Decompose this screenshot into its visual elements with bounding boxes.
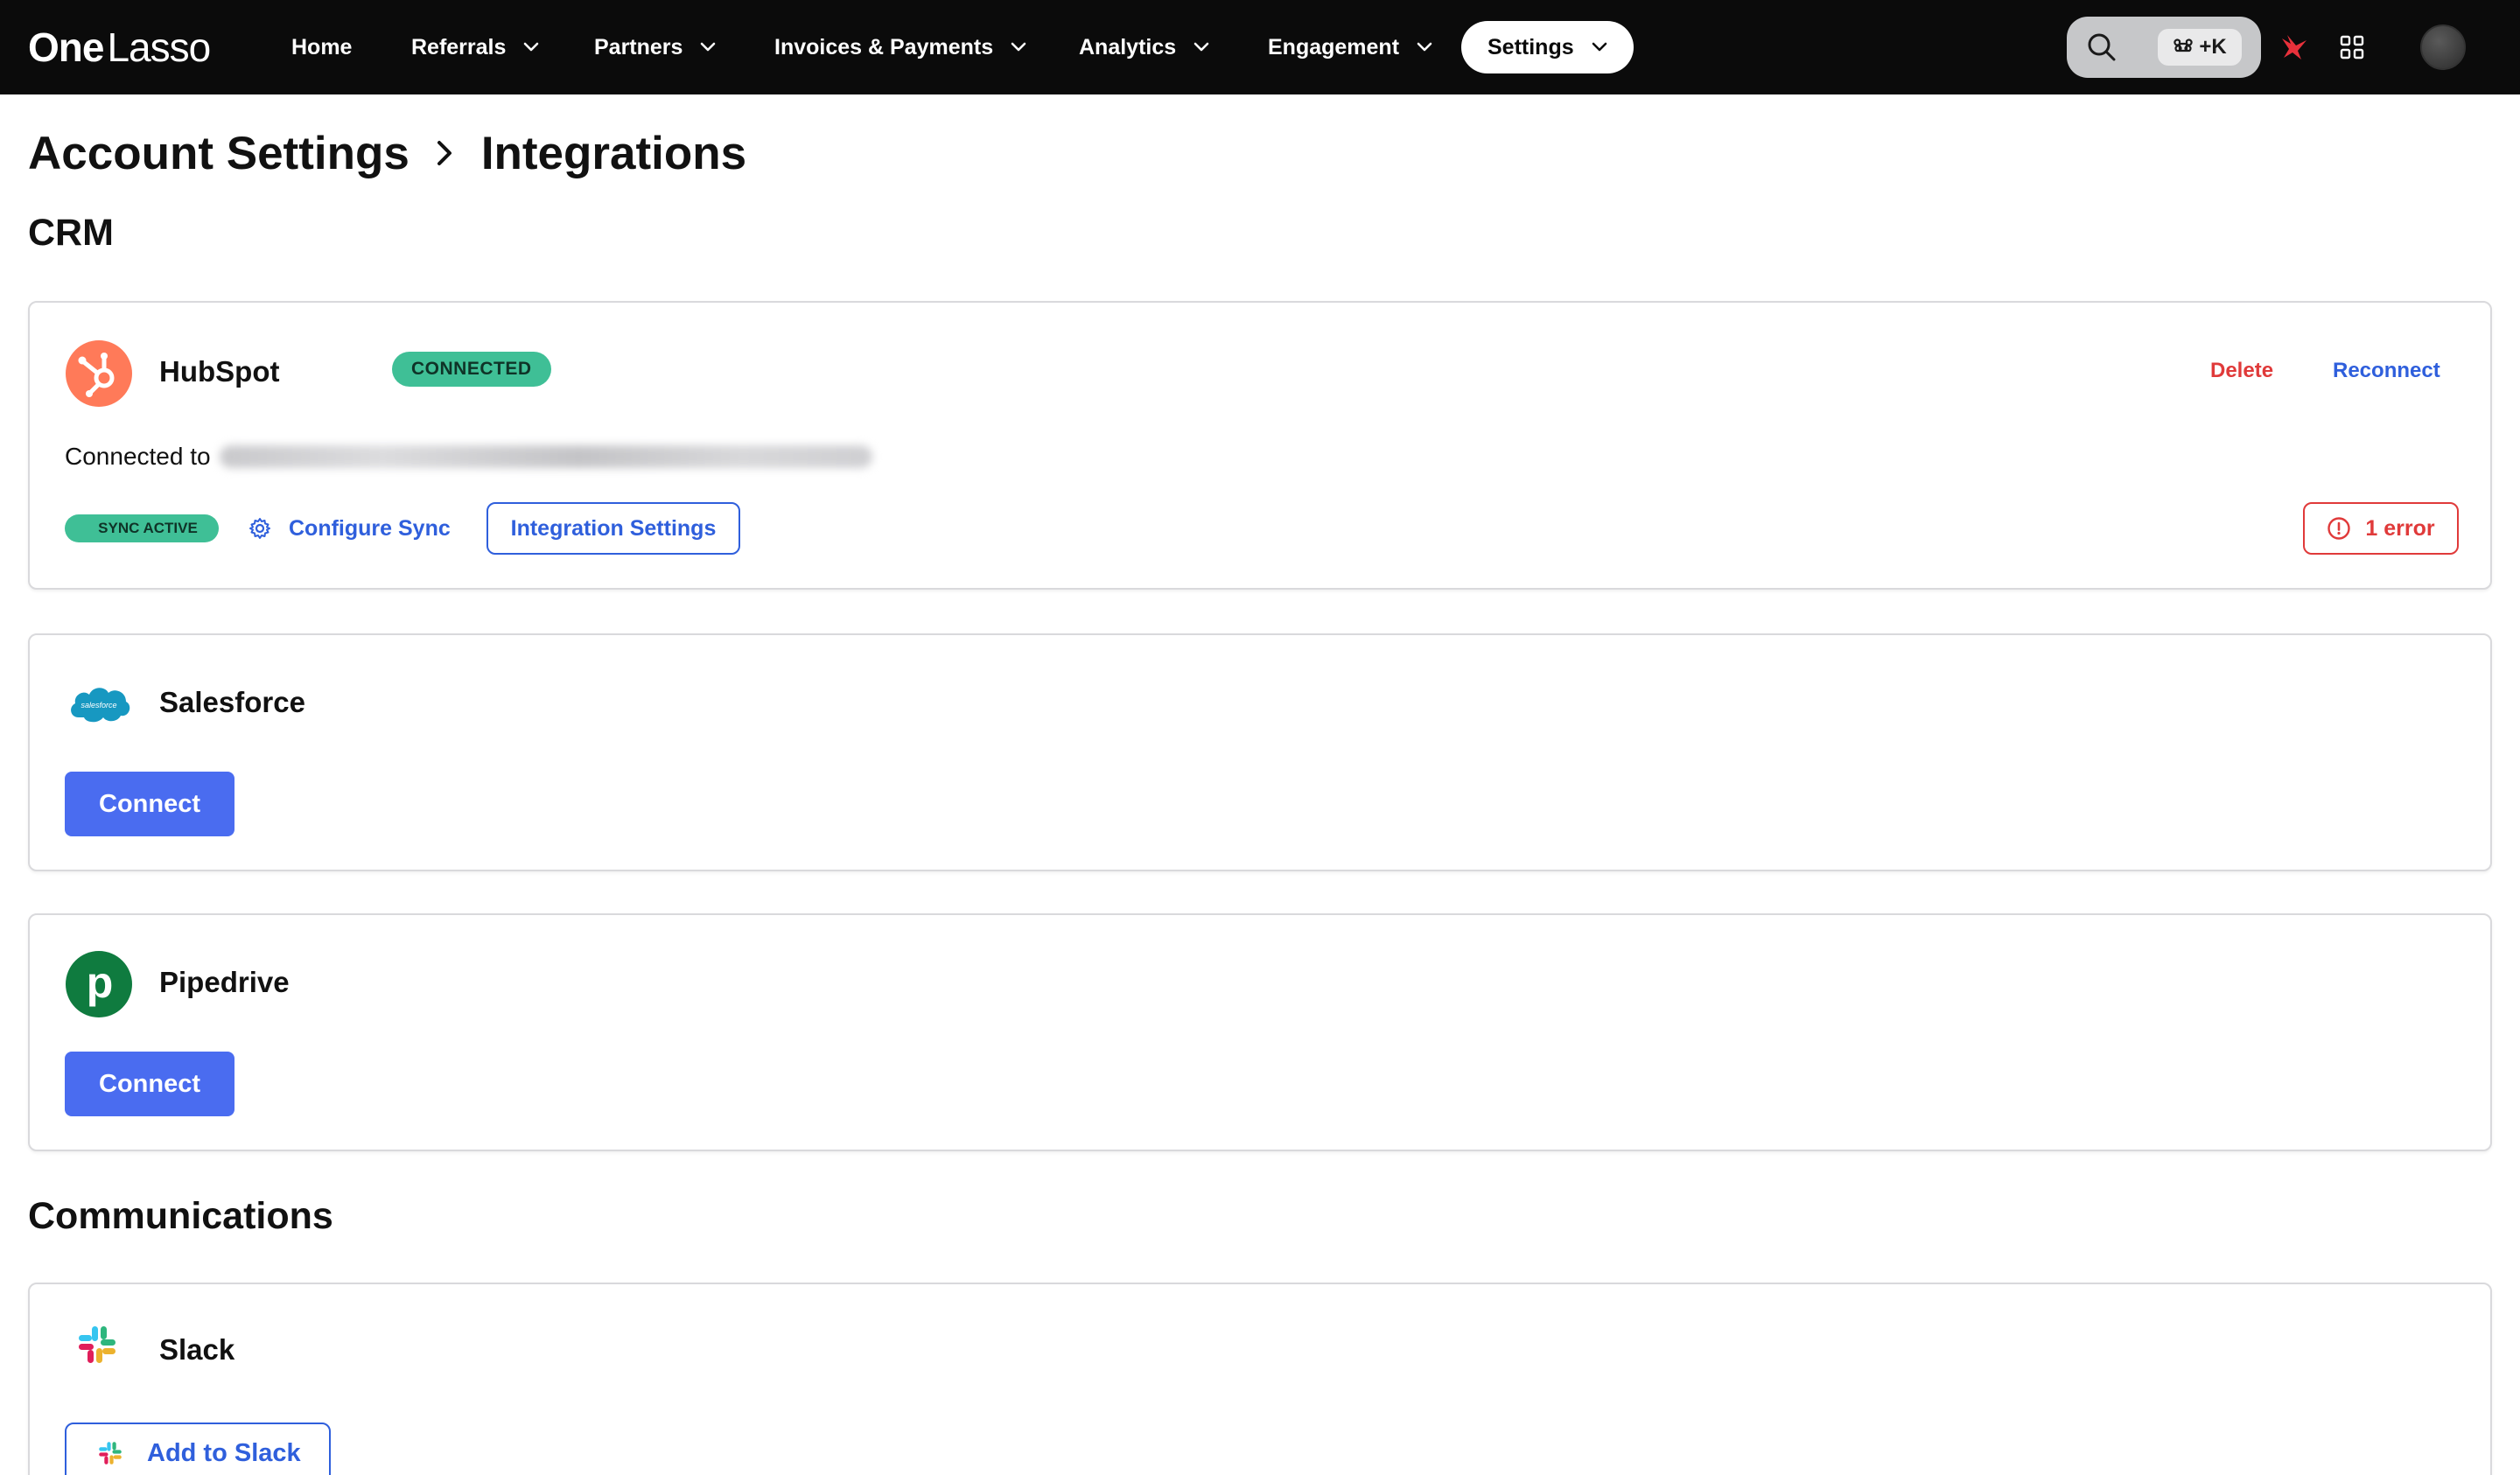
delete-hubspot-button[interactable]: Delete: [2210, 359, 2273, 383]
pipedrive-logo-icon: p: [66, 951, 132, 1017]
pipedrive-integration-card: p Pipedrive Connect: [28, 913, 2492, 1151]
salesforce-title: Salesforce: [159, 686, 305, 718]
sync-errors-button[interactable]: 1 error: [2303, 502, 2459, 555]
nav-referrals-label: Referrals: [411, 34, 507, 59]
configure-sync-label: Configure Sync: [289, 515, 451, 541]
svg-text:p: p: [87, 958, 114, 1007]
add-to-slack-button[interactable]: Add to Slack: [65, 1423, 331, 1475]
command-icon: [2174, 38, 2193, 52]
breadcrumb-integrations: Integrations: [480, 127, 747, 179]
chevron-down-icon: [701, 42, 716, 52]
chevron-down-icon: [1011, 42, 1026, 52]
redacted-account-name: [219, 445, 872, 468]
slack-logo-icon: [79, 1326, 116, 1363]
notification-bird-icon[interactable]: [2278, 31, 2310, 63]
breadcrumb: Account Settings Integrations: [28, 122, 746, 184]
logo-lasso: Lasso: [107, 24, 211, 70]
svg-text:salesforce: salesforce: [80, 701, 116, 710]
slack-logo-icon: [99, 1442, 122, 1465]
chevron-down-icon: [524, 42, 539, 52]
top-navigation-bar: One Lasso Home Referrals Partners Invoice…: [0, 0, 2520, 94]
sync-active-label: SYNC ACTIVE: [98, 520, 198, 536]
nav-referrals[interactable]: Referrals: [411, 24, 539, 70]
nav-settings[interactable]: Settings: [1461, 21, 1634, 73]
salesforce-logo-icon: salesforce: [71, 688, 130, 723]
connected-to-account: Connected to: [65, 443, 872, 471]
chevron-down-icon: [1194, 42, 1209, 52]
chevron-down-icon: [1592, 42, 1606, 52]
search-shortcut-key: +K: [2199, 35, 2227, 59]
hubspot-integration-card: HubSpot CONNECTED Delete Reconnect Conne…: [28, 301, 2492, 590]
hubspot-logo-icon: [66, 340, 132, 407]
nav-partners[interactable]: Partners: [594, 24, 716, 70]
hubspot-title: HubSpot: [159, 355, 280, 388]
slack-integration-card: Slack Add to Slack: [28, 1283, 2492, 1475]
pipedrive-title: Pipedrive: [159, 966, 290, 998]
connected-to-label: Connected to: [65, 443, 211, 470]
apps-grid-icon[interactable]: [2340, 35, 2364, 59]
alert-circle-icon: [2328, 517, 2351, 540]
nav-home[interactable]: Home: [291, 24, 352, 70]
slack-title: Slack: [159, 1333, 235, 1366]
integration-settings-button[interactable]: Integration Settings: [486, 502, 740, 555]
salesforce-integration-card: salesforce Salesforce Connect: [28, 633, 2492, 871]
chevron-right-icon: [437, 141, 452, 165]
reconnect-hubspot-button[interactable]: Reconnect: [2333, 359, 2440, 383]
nav-engagement-label: Engagement: [1268, 34, 1400, 59]
sync-active-badge: SYNC ACTIVE: [65, 514, 219, 542]
error-count-label: 1 error: [2365, 515, 2435, 541]
breadcrumb-account-settings[interactable]: Account Settings: [28, 127, 410, 180]
logo-one: One: [28, 24, 104, 70]
configure-sync-button[interactable]: Configure Sync: [248, 513, 451, 544]
nav-settings-label: Settings: [1488, 34, 1574, 59]
nav-invoices-label: Invoices & Payments: [774, 34, 994, 59]
search-shortcut-hint: +K: [2158, 29, 2242, 66]
connected-status-badge: CONNECTED: [392, 352, 551, 387]
breadcrumb-separator: [436, 138, 455, 168]
section-title-crm: CRM: [28, 212, 114, 254]
chevron-down-icon: [1417, 42, 1432, 52]
nav-analytics[interactable]: Analytics: [1079, 24, 1209, 70]
nav-analytics-label: Analytics: [1079, 34, 1177, 59]
nav-engagement[interactable]: Engagement: [1268, 24, 1432, 70]
user-avatar[interactable]: [2420, 24, 2466, 70]
nav-home-label: Home: [291, 34, 353, 59]
gear-icon: [249, 518, 270, 539]
connect-pipedrive-button[interactable]: Connect: [65, 1052, 234, 1116]
nav-invoices-payments[interactable]: Invoices & Payments: [774, 24, 1026, 70]
connect-salesforce-button[interactable]: Connect: [65, 772, 234, 836]
section-title-communications: Communications: [28, 1195, 333, 1237]
onelasso-logo[interactable]: One Lasso: [28, 23, 211, 72]
nav-partners-label: Partners: [594, 34, 683, 59]
add-to-slack-label: Add to Slack: [147, 1438, 301, 1467]
search-icon: [2088, 33, 2116, 61]
global-search-button[interactable]: +K: [2067, 17, 2261, 78]
